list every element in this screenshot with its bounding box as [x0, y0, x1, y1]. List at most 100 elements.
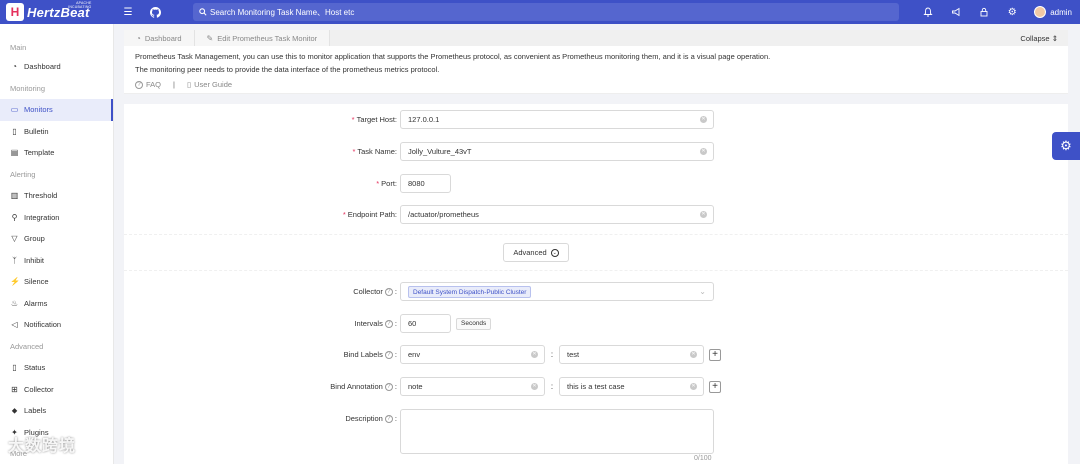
chevron-down-icon: ⌄ [699, 287, 706, 296]
bell-icon[interactable] [920, 4, 936, 20]
github-icon[interactable] [147, 4, 163, 20]
collector-label: Collector? : [353, 286, 397, 296]
colon-separator: : [550, 350, 554, 359]
link-icon: ⚲ [11, 212, 18, 222]
port-label: * Port: [124, 179, 400, 188]
bind-labels-label: Bind Labels? : [343, 349, 397, 359]
description-textarea[interactable] [400, 409, 714, 454]
tab-dashboard[interactable]: ◔ Dashboard [124, 30, 195, 46]
collector-label-text: Collector [353, 286, 383, 296]
description-row: Description? : [124, 409, 714, 454]
sidebar-item-notification[interactable]: ◁ Notification [0, 314, 113, 336]
sidebar-item-alarms[interactable]: ♨ Alarms [0, 293, 113, 315]
clear-icon[interactable]: ✕ [700, 211, 707, 218]
task-name-input[interactable]: Jolly_Vulture_43vT ✕ [400, 142, 714, 161]
sidebar-item-label: Template [24, 148, 55, 158]
gear-icon[interactable]: ⚙ [1004, 4, 1020, 20]
required-mark: * [376, 179, 380, 188]
intervals-label: Intervals? : [354, 318, 397, 328]
annotation-key-input[interactable]: note ✕ [400, 377, 545, 396]
endpoint-path-row: * Endpoint Path: /actuator/prometheus ✕ [124, 205, 714, 224]
sidebar-item-labels[interactable]: ⬥ Labels [0, 400, 113, 422]
settings-drawer-button[interactable]: ⚙ [1052, 132, 1080, 160]
sidebar-item-monitors[interactable]: ▭ Monitors [0, 99, 113, 121]
bind-label-key-input[interactable]: env ✕ [400, 345, 545, 364]
clear-icon[interactable]: ✕ [531, 351, 538, 358]
sidebar-item-bulletin[interactable]: ▯ Bulletin [0, 121, 113, 143]
sidebar-item-label: Collector [24, 384, 54, 394]
bind-labels-row: Bind Labels? : env ✕ : test ✕ + [124, 345, 721, 364]
clear-icon[interactable]: ✕ [531, 383, 538, 390]
add-annotation-button[interactable]: + [709, 380, 721, 393]
faq-link[interactable]: ? FAQ [135, 80, 161, 89]
user-name[interactable]: admin [1050, 8, 1072, 17]
intervals-value: 60 [408, 319, 417, 328]
clear-icon[interactable]: ✕ [690, 383, 697, 390]
tab-edit-monitor[interactable]: ✎ Edit Prometheus Task Monitor [194, 30, 331, 46]
filter-icon: ▽ [11, 234, 18, 244]
description-line-1: Prometheus Task Management, you can use … [135, 52, 771, 61]
task-name-label: * Task Name: [124, 147, 400, 156]
sidebar-item-label: Labels [24, 406, 47, 416]
collapse-label: Collapse [1020, 33, 1050, 43]
sidebar-item-label: Threshold [24, 191, 58, 201]
bind-annotation-label-text: Bind Annotation [330, 381, 383, 391]
main-content: ◔ Dashboard ✎ Edit Prometheus Task Monitor… [124, 30, 1068, 94]
port-input[interactable]: 8080 [400, 174, 451, 193]
menu-icon[interactable]: ☰ [120, 4, 136, 20]
target-host-input[interactable]: 127.0.0.1 ✕ [400, 110, 714, 129]
lock-icon[interactable] [976, 4, 992, 20]
sidebar-group-monitoring: Monitoring [10, 83, 46, 93]
endpoint-path-input[interactable]: /actuator/prometheus ✕ [400, 205, 714, 224]
monitor-form: * Target Host: 127.0.0.1 ✕ * Task Name: Jol… [124, 104, 1068, 464]
megaphone-icon[interactable] [948, 4, 964, 20]
chevron-down-icon: ⌄ [550, 248, 559, 257]
annotation-value-input[interactable]: this is a test case ✕ [559, 377, 704, 396]
alarm-icon: ♨ [10, 298, 19, 308]
collapse-button[interactable]: Collapse ⇕ [1020, 34, 1068, 43]
help-icon[interactable]: ? [384, 320, 393, 328]
sidebar-group-alerting: Alerting [10, 169, 36, 179]
sidebar-item-status[interactable]: ▯ Status [0, 357, 113, 379]
sidebar-item-silence[interactable]: ⚡ Silence [0, 271, 113, 293]
sidebar-item-group[interactable]: ▽ Group [0, 228, 113, 250]
target-host-label: * Target Host: [124, 115, 400, 124]
clear-icon[interactable]: ✕ [700, 148, 707, 155]
user-avatar[interactable] [1034, 6, 1047, 18]
sidebar-item-threshold[interactable]: ▥ Threshold [0, 185, 113, 207]
add-label-button[interactable]: + [709, 348, 721, 361]
clear-icon[interactable]: ✕ [700, 116, 707, 123]
help-icon[interactable]: ? [384, 415, 393, 424]
link-separator: | [173, 80, 175, 89]
sidebar-item-template[interactable]: ▤ Template [0, 142, 113, 164]
sidebar-item-integration[interactable]: ⚲ Integration [0, 207, 113, 229]
bind-label-value-input[interactable]: test ✕ [559, 345, 704, 364]
port-row: * Port: 8080 [124, 174, 451, 193]
clear-icon[interactable]: ✕ [690, 351, 697, 358]
inhibit-icon: ᛉ [12, 255, 17, 265]
intervals-input[interactable]: 60 [400, 314, 451, 333]
notification-icon: ◁ [11, 320, 18, 330]
global-search[interactable] [193, 3, 899, 21]
description-line-2: The monitoring peer needs to provide the… [135, 64, 440, 74]
help-icon[interactable]: ? [384, 351, 393, 359]
bind-annotation-row: Bind Annotation? : note ✕ : this is a tes… [124, 377, 721, 396]
advanced-toggle-button[interactable]: Advanced ⌄ [503, 243, 569, 262]
sidebar-item-inhibit[interactable]: ᛉ Inhibit [0, 250, 113, 272]
sidebar-item-collector[interactable]: ⊞ Collector [0, 379, 113, 401]
bind-labels-label-text: Bind Labels [343, 349, 383, 359]
user-guide-link[interactable]: ▯ User Guide [187, 80, 232, 89]
bind-label-value-value: test [567, 350, 580, 359]
search-input[interactable] [210, 7, 810, 17]
sidebar-item-label: Group [24, 234, 45, 244]
annotation-key-value: note [408, 382, 423, 391]
user-guide-label: User Guide [194, 80, 233, 89]
logo[interactable]: H HertzBeat APACHE INCUBATING [6, 1, 118, 21]
tag-icon: ⬥ [11, 405, 18, 415]
sidebar-item-dashboard[interactable]: ◔ Dashboard [0, 56, 113, 78]
collector-select[interactable]: Default System Dispatch-Public Cluster ⌄ [400, 282, 714, 301]
task-name-row: * Task Name: Jolly_Vulture_43vT ✕ [124, 142, 714, 161]
help-icon[interactable]: ? [384, 288, 393, 296]
help-icon[interactable]: ? [384, 383, 393, 391]
description-card: Prometheus Task Management, you can use … [124, 46, 1068, 94]
